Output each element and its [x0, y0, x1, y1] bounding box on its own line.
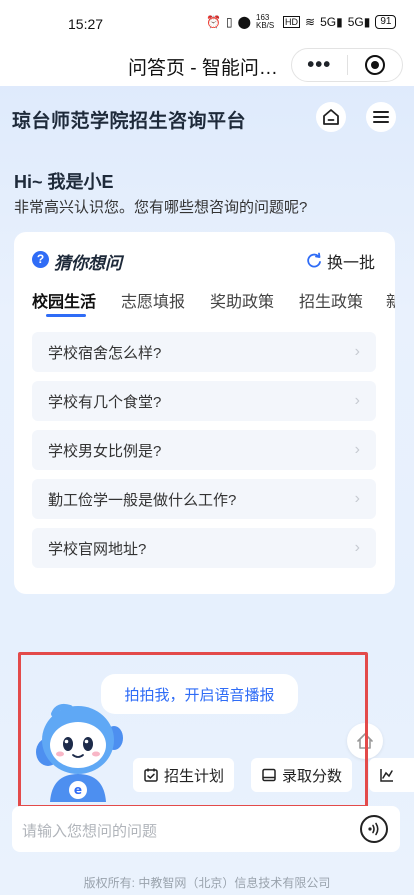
- voice-input-button[interactable]: [360, 815, 388, 843]
- refresh-icon: [307, 252, 321, 268]
- card-title: 猜你想问: [54, 254, 122, 273]
- home-icon: [323, 109, 339, 125]
- nav-bar: 问答页 - 智能问… •••: [0, 48, 414, 86]
- more-dots-icon[interactable]: •••: [292, 55, 347, 75]
- chart-icon: [380, 769, 393, 782]
- question-icon: ?: [32, 251, 49, 268]
- status-bar: 15:27 ⏰ ▯ ⬤ 163 KB/S HD ≋ 5G▮ 5G▮ 91: [0, 0, 414, 48]
- page-header: 琼台师范学院招生咨询平台: [0, 86, 414, 146]
- question-item[interactable]: 学校男女比例是? ›: [32, 430, 376, 470]
- active-tab-indicator: [46, 314, 86, 317]
- tab-admission-policy[interactable]: 招生政策: [299, 288, 363, 312]
- chevron-right-icon: ›: [354, 343, 360, 360]
- category-tabs: 校园生活 志愿填报 奖助政策 招生政策 新: [14, 284, 395, 324]
- chevron-right-icon: ›: [354, 441, 360, 458]
- hd-icon: HD: [283, 16, 300, 28]
- question-item[interactable]: 勤工俭学一般是做什么工作? ›: [32, 479, 376, 519]
- refresh-button[interactable]: 换一批: [305, 249, 375, 273]
- location-icon: ⬤: [237, 15, 251, 29]
- status-time: 15:27: [68, 16, 104, 32]
- tab-new[interactable]: 新: [386, 288, 395, 312]
- net-speed: 163 KB/S: [256, 13, 275, 30]
- chevron-right-icon: ›: [354, 539, 360, 556]
- greeting-subtitle: 非常高兴认识您。您有哪些想咨询的问题呢?: [14, 199, 308, 216]
- question-item[interactable]: 学校宿舍怎么样? ›: [32, 332, 376, 372]
- question-text: 学校宿舍怎么样?: [48, 344, 162, 362]
- tab-campus-life[interactable]: 校园生活: [32, 288, 96, 312]
- voice-wave-icon: [368, 822, 379, 836]
- tab-application[interactable]: 志愿填报: [121, 288, 185, 312]
- capsule-menu: •••: [291, 48, 403, 82]
- battery-icon: 91: [375, 15, 397, 29]
- wifi-icon: ≋: [305, 15, 316, 29]
- vibrate-icon: ▯: [225, 15, 233, 29]
- greeting-title: Hi~ 我是小E: [14, 172, 114, 192]
- question-item[interactable]: 学校有几个食堂? ›: [32, 381, 376, 421]
- menu-icon: [373, 111, 389, 123]
- chevron-right-icon: ›: [354, 490, 360, 507]
- question-text: 学校官网地址?: [48, 540, 147, 558]
- refresh-label: 换一批: [326, 255, 375, 272]
- menu-button[interactable]: [366, 102, 396, 132]
- signal-icon: 5G▮: [320, 15, 343, 29]
- page-title: 问答页 - 智能问…: [128, 58, 278, 79]
- highlight-box: [18, 652, 368, 808]
- home-button[interactable]: [316, 102, 346, 132]
- question-text: 学校有几个食堂?: [48, 393, 162, 411]
- chip-more[interactable]: [369, 758, 414, 792]
- question-text: 学校男女比例是?: [48, 442, 162, 460]
- question-input-bar[interactable]: 请输入您想问的问题: [12, 806, 400, 852]
- brand-title: 琼台师范学院招生咨询平台: [12, 111, 247, 132]
- tab-financial-aid[interactable]: 奖助政策: [210, 288, 274, 312]
- question-text: 勤工俭学一般是做什么工作?: [48, 491, 237, 509]
- question-list: 学校宿舍怎么样? › 学校有几个食堂? › 学校男女比例是? › 勤工俭学一般是…: [32, 332, 376, 577]
- chevron-right-icon: ›: [354, 392, 360, 409]
- question-input-placeholder: 请输入您想问的问题: [22, 823, 158, 840]
- target-circle-icon: [364, 55, 385, 75]
- question-item[interactable]: 学校官网地址? ›: [32, 528, 376, 568]
- status-icons: ⏰ ▯ ⬤ 163 KB/S HD ≋ 5G▮ 5G▮ 91: [206, 13, 397, 30]
- signal-icon-2: 5G▮: [347, 15, 371, 29]
- copyright-text: 版权所有: 中教智网（北京）信息技术有限公司: [83, 876, 331, 890]
- guess-card: ? 猜你想问 换一批 校园生活 志愿填报 奖助政策 招生政策 新 学校宿舍怎么样…: [14, 232, 395, 594]
- alarm-icon: ⏰: [206, 15, 221, 29]
- card-header: ? 猜你想问 换一批: [14, 232, 395, 282]
- close-target-button[interactable]: [347, 55, 402, 75]
